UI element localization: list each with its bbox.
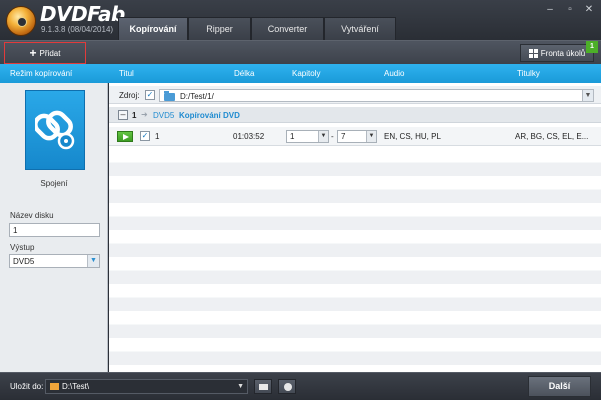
- tab-creator[interactable]: Vytváření: [324, 17, 396, 40]
- source-path-field[interactable]: D:/Test/1/: [159, 89, 587, 102]
- task-queue-button[interactable]: Fronta úkolů: [520, 44, 594, 62]
- source-checkbox[interactable]: ✓: [145, 90, 155, 100]
- column-length[interactable]: Délka: [234, 69, 254, 78]
- folder-open-icon: [259, 384, 268, 390]
- minimize-icon[interactable]: –: [543, 4, 557, 16]
- source-path: D:/Test/1/: [180, 92, 214, 101]
- title-subtitles[interactable]: AR, BG, CS, EL, E...: [515, 132, 588, 141]
- arrow-right-icon: ➜: [141, 110, 148, 119]
- disc-icon: [284, 383, 292, 391]
- column-header-bar: Režim kopírování Titul Délka Kapitoly Au…: [0, 64, 601, 83]
- collapse-icon[interactable]: –: [118, 110, 128, 120]
- chapter-to-value: 7: [341, 132, 346, 141]
- save-path-value: D:\Test\: [62, 382, 90, 391]
- queue-count-badge: 1: [586, 41, 598, 53]
- bottom-bar: Uložit do: D:\Test\ ▼ Další: [0, 372, 601, 400]
- chevron-down-icon[interactable]: ▼: [366, 131, 376, 142]
- save-to-label: Uložit do:: [10, 382, 44, 391]
- app-version: 9.1.3.8 (08/04/2014): [41, 25, 114, 34]
- merge-mode-tile[interactable]: [25, 90, 85, 170]
- left-panel: Spojení Název disku 1 Výstup DVD5 ▼: [0, 83, 108, 372]
- group-row: – 1 ➜ DVD5 Kopírování DVD: [109, 107, 601, 123]
- group-mode: Kopírování DVD: [179, 111, 240, 120]
- next-button[interactable]: Další: [528, 376, 591, 397]
- dvdfab-logo-icon: [6, 6, 36, 36]
- chapter-from-value: 1: [290, 132, 295, 141]
- grid-icon: [528, 48, 538, 58]
- column-subtitles[interactable]: Titulky: [517, 69, 540, 78]
- title-length: 01:03:52: [233, 132, 265, 141]
- folder-icon: [50, 383, 59, 390]
- save-path-select[interactable]: D:\Test\ ▼: [45, 379, 248, 394]
- chapter-separator: -: [331, 132, 334, 141]
- plus-icon: +: [29, 46, 37, 60]
- copy-mode-header: Režim kopírování: [10, 69, 73, 78]
- disc-name-label: Název disku: [10, 211, 54, 220]
- mode-name: Spojení: [40, 179, 68, 188]
- toolbar: + Přidat Fronta úkolů: [0, 40, 601, 64]
- column-title[interactable]: Titul: [119, 69, 134, 78]
- add-button[interactable]: + Přidat: [4, 42, 86, 64]
- folder-icon: [164, 91, 175, 101]
- browse-folder-button[interactable]: [254, 379, 272, 394]
- title-list: Zdroj: ✓ D:/Test/1/ ▼ – 1 ➜ DVD5 Kopírov…: [109, 83, 601, 372]
- iso-output-button[interactable]: [278, 379, 296, 394]
- play-icon[interactable]: [117, 131, 133, 142]
- source-row: Zdroj: ✓ D:/Test/1/ ▼: [109, 86, 601, 104]
- table-row[interactable]: ✓ 1 01:03:52 1 ▼ - 7 ▼ EN, CS, HU, PL AR…: [109, 127, 601, 146]
- output-select[interactable]: DVD5 ▼: [9, 254, 100, 268]
- chain-link-icon: [35, 110, 75, 150]
- title-checkbox[interactable]: ✓: [140, 131, 150, 141]
- list-stripes: [109, 149, 601, 372]
- disc-name-field[interactable]: 1: [9, 223, 100, 237]
- chapter-to-select[interactable]: 7 ▼: [337, 130, 377, 143]
- chapter-from-select[interactable]: 1 ▼: [286, 130, 329, 143]
- chevron-down-icon[interactable]: ▼: [318, 131, 328, 142]
- maximize-icon[interactable]: ▫: [563, 4, 577, 16]
- chevron-down-icon[interactable]: ▼: [87, 255, 99, 267]
- group-type: DVD5: [153, 111, 175, 120]
- column-chapters[interactable]: Kapitoly: [292, 69, 320, 78]
- task-queue-label: Fronta úkolů: [540, 48, 586, 58]
- source-label: Zdroj:: [119, 91, 140, 100]
- title-bar: DVDFab 9.1.3.8 (08/04/2014) Kopírování R…: [0, 0, 601, 40]
- group-number: 1: [132, 111, 137, 120]
- add-button-label: Přidat: [39, 48, 61, 58]
- output-select-value: DVD5: [13, 257, 35, 266]
- chevron-down-icon[interactable]: ▼: [237, 380, 244, 393]
- title-index: 1: [155, 132, 160, 141]
- tab-converter[interactable]: Converter: [251, 17, 324, 40]
- tab-copy[interactable]: Kopírování: [118, 17, 188, 40]
- tab-ripper[interactable]: Ripper: [188, 17, 251, 40]
- brand-name: DVDFab: [40, 2, 125, 26]
- column-audio[interactable]: Audio: [384, 69, 404, 78]
- source-dropdown-icon[interactable]: ▼: [582, 89, 594, 102]
- close-icon[interactable]: ✕: [582, 4, 596, 16]
- output-label: Výstup: [10, 243, 35, 252]
- title-audio[interactable]: EN, CS, HU, PL: [384, 132, 441, 141]
